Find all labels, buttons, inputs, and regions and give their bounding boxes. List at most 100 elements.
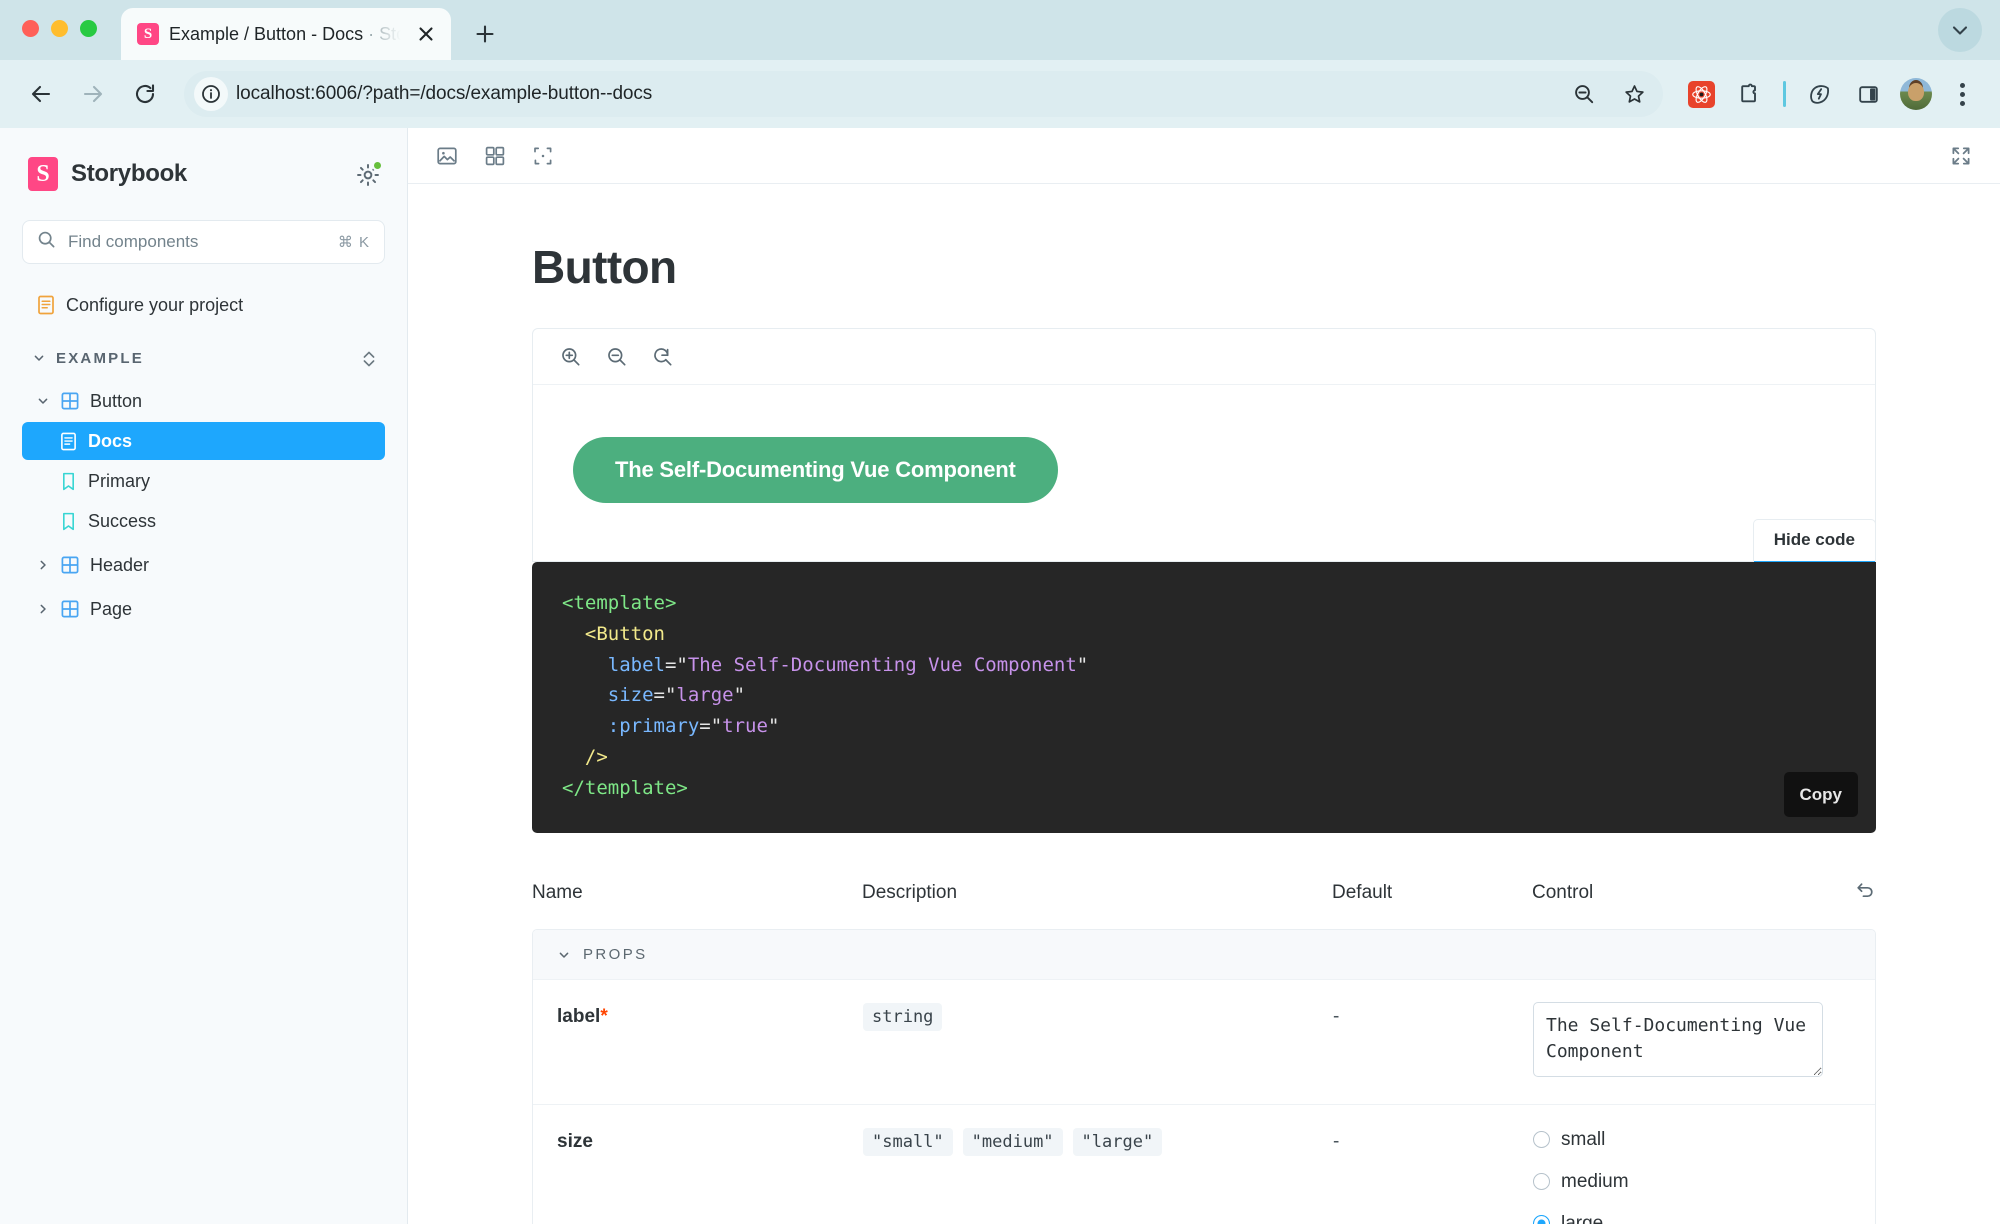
prop-default: - (1333, 1002, 1533, 1028)
sidebar-item-configure-your-project[interactable]: Configure your project (22, 286, 385, 324)
table-row: size "small" "medium" "large" - (533, 1105, 1875, 1224)
type-chip: string (863, 1003, 942, 1031)
storybook-brand[interactable]: S Storybook (22, 150, 385, 198)
brand-name: Storybook (71, 160, 187, 188)
radio-indicator-selected (1533, 1215, 1550, 1224)
props-section: Name Description Default Control (532, 879, 1876, 1224)
hide-code-button[interactable]: Hide code (1753, 519, 1876, 562)
search-shortcut: ⌘ K (338, 233, 370, 251)
size-radio-group: small medium large (1533, 1127, 1875, 1224)
browser-toolbar: localhost:6006/?path=/docs/example-butto… (0, 60, 2000, 128)
required-asterisk: * (600, 1006, 607, 1027)
search-placeholder: Find components (68, 232, 326, 252)
column-header-control: Control (1532, 879, 1816, 929)
close-tab-icon[interactable] (413, 21, 439, 47)
zoom-out-icon[interactable] (1563, 73, 1605, 115)
tab-title-suffix: · Sto (363, 24, 403, 44)
sidebar-group-example[interactable]: EXAMPLE (22, 338, 385, 378)
forward-arrow-icon[interactable] (70, 71, 116, 117)
component-icon (60, 599, 80, 619)
sidebar-item-label: Button (90, 391, 142, 412)
radio-option-medium[interactable]: medium (1533, 1171, 1875, 1193)
tab-title: Example / Button - Docs · Sto (169, 24, 403, 45)
profile-avatar[interactable] (1894, 72, 1938, 116)
demo-button[interactable]: The Self-Documenting Vue Component (573, 437, 1058, 503)
address-bar[interactable]: localhost:6006/?path=/docs/example-butto… (184, 71, 1663, 117)
browser-tab-strip: S Example / Button - Docs · Sto (0, 0, 2000, 60)
zoom-in-icon[interactable] (551, 337, 591, 377)
radio-option-small[interactable]: small (1533, 1129, 1875, 1151)
zoom-reset-icon[interactable] (643, 337, 683, 377)
extension-buttons (1679, 72, 1982, 116)
sidebar-item-primary[interactable]: Primary (22, 462, 385, 500)
type-chip: "small" (863, 1128, 953, 1156)
props-table: Name Description Default Control (532, 879, 1876, 929)
document-icon (36, 295, 56, 315)
chrome-menu-icon[interactable] (1942, 74, 1982, 114)
chevron-down-icon (32, 351, 46, 365)
radio-indicator (1533, 1131, 1550, 1148)
leaf-performance-icon[interactable] (1798, 72, 1842, 116)
story-preview: The Self-Documenting Vue Component Hide … (532, 328, 1876, 833)
chevron-down-icon (557, 948, 571, 962)
sidebar-item-page[interactable]: Page (22, 590, 385, 628)
component-icon (60, 555, 80, 575)
tab-search-button[interactable] (1938, 8, 1982, 52)
search-input[interactable]: Find components ⌘ K (22, 220, 385, 264)
prop-control (1533, 1002, 1875, 1081)
column-header-description: Description (862, 879, 1332, 929)
preview-zoom-toolbar (533, 329, 1875, 385)
chevron-right-icon (36, 558, 50, 572)
prop-name: label* (557, 1002, 863, 1028)
react-devtools-extension-icon[interactable] (1679, 72, 1723, 116)
reload-icon[interactable] (122, 71, 168, 117)
props-group-header[interactable]: PROPS (533, 930, 1875, 980)
sidebar-item-label: Configure your project (66, 295, 243, 316)
bookmark-star-icon[interactable] (1613, 73, 1655, 115)
label-control-textarea[interactable] (1533, 1002, 1823, 1076)
sidebar-item-label: Docs (88, 431, 132, 452)
measure-outline-icon[interactable] (522, 135, 564, 177)
storybook-favicon-icon: S (137, 23, 159, 45)
expand-collapse-icon[interactable] (361, 347, 377, 375)
new-tab-button[interactable] (465, 14, 505, 54)
copy-button[interactable]: Copy (1784, 772, 1859, 818)
maximize-window-button[interactable] (80, 20, 97, 37)
close-window-button[interactable] (22, 20, 39, 37)
zoom-out-icon[interactable] (597, 337, 637, 377)
grid-backgrounds-icon[interactable] (474, 135, 516, 177)
side-panel-icon[interactable] (1846, 72, 1890, 116)
column-header-name: Name (532, 879, 862, 929)
expand-fullscreen-icon[interactable] (1940, 135, 1982, 177)
column-header-default: Default (1332, 879, 1532, 929)
prop-name: size (557, 1127, 863, 1153)
gear-icon[interactable] (355, 162, 381, 188)
sidebar-item-docs[interactable]: Docs (22, 422, 385, 460)
reset-controls-icon[interactable] (1816, 879, 1876, 929)
props-table-header-row: Name Description Default Control (532, 879, 1876, 929)
browser-tab[interactable]: S Example / Button - Docs · Sto (121, 8, 451, 60)
radio-option-large[interactable]: large (1533, 1213, 1875, 1224)
minimize-window-button[interactable] (51, 20, 68, 37)
sidebar-item-header[interactable]: Header (22, 546, 385, 584)
back-arrow-icon[interactable] (18, 71, 64, 117)
prop-types: string (863, 1002, 1333, 1031)
radio-indicator (1533, 1173, 1550, 1190)
docs-icon (58, 431, 78, 451)
code-snippet: <template> <Button label="The Self-Docum… (532, 562, 1876, 833)
search-icon (37, 230, 56, 254)
docs-page: Button (408, 184, 2000, 1224)
sidebar-item-button[interactable]: Button (22, 382, 385, 420)
preview-box: The Self-Documenting Vue Component (532, 328, 1876, 562)
prop-default: - (1333, 1127, 1533, 1153)
extensions-puzzle-icon[interactable] (1727, 72, 1771, 116)
browser-window: S Example / Button - Docs · Sto lo (0, 0, 2000, 1224)
sidebar-item-success[interactable]: Success (22, 502, 385, 540)
type-chip: "medium" (963, 1128, 1063, 1156)
tab-title-main: Example / Button - Docs (169, 24, 363, 44)
site-info-icon[interactable] (194, 77, 228, 111)
storybook-main: Button (408, 128, 2000, 1224)
prop-control: small medium large (1533, 1127, 1875, 1224)
sidebar-item-label: Page (90, 599, 132, 620)
image-snapshot-icon[interactable] (426, 135, 468, 177)
